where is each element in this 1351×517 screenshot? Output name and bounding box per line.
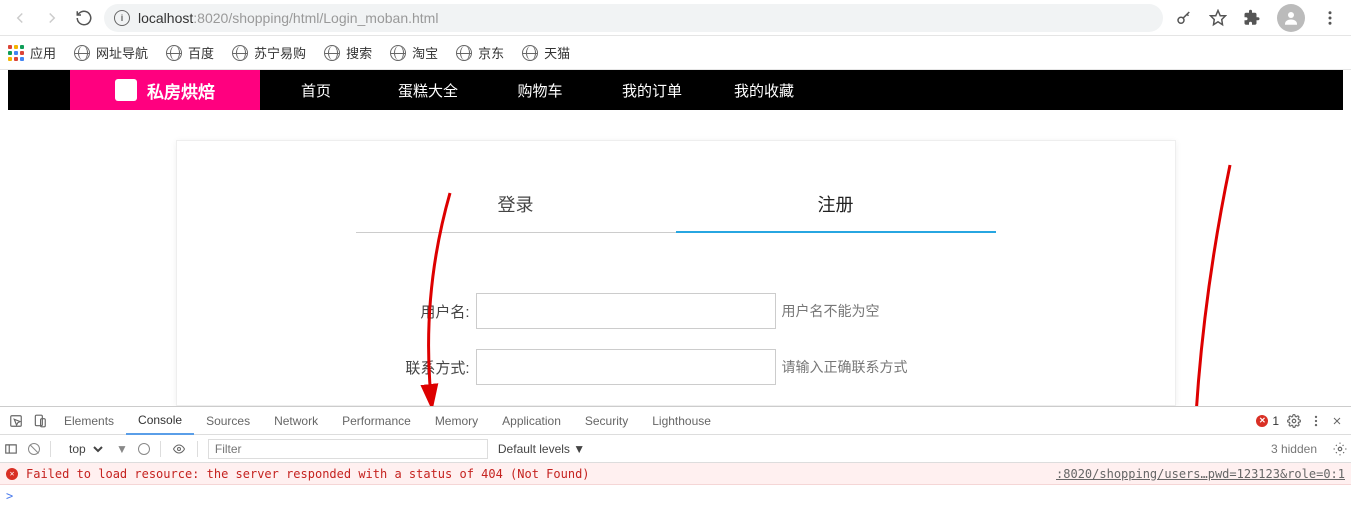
settings-icon[interactable] (1287, 414, 1301, 428)
tab-register[interactable]: 注册 (676, 191, 996, 233)
globe-icon (232, 45, 248, 61)
url-bar[interactable]: i localhost:8020/shopping/html/Login_mob… (104, 4, 1163, 32)
bookmark-item[interactable]: 百度 (166, 43, 214, 62)
globe-icon (456, 45, 472, 61)
filter-input[interactable] (208, 439, 488, 459)
live-expression-icon[interactable] (138, 443, 150, 455)
sidebar-toggle-icon[interactable] (4, 442, 18, 456)
tab-lighthouse[interactable]: Lighthouse (640, 407, 723, 435)
tab-memory[interactable]: Memory (423, 407, 490, 435)
brand-label: 私房烘焙 (147, 78, 215, 103)
devtools: Elements Console Sources Network Perform… (0, 406, 1351, 507)
console-filterbar: top ▼ Default levels ▼ 3 hidden (0, 435, 1351, 463)
form-rows: 用户名: 用户名不能为空 联系方式: 请输入正确联系方式 (177, 293, 1175, 385)
menu-icon[interactable] (1321, 9, 1339, 27)
error-count-text: 1 (1272, 414, 1279, 428)
account-icon[interactable] (1277, 4, 1305, 32)
back-button[interactable] (8, 6, 32, 30)
globe-icon (166, 45, 182, 61)
tab-sources[interactable]: Sources (194, 407, 262, 435)
apps-shortcut[interactable]: 应用 (8, 43, 56, 62)
tab-login[interactable]: 登录 (356, 191, 676, 233)
site-info-icon[interactable]: i (114, 10, 130, 26)
error-source-link[interactable]: :8020/shopping/users…pwd=123123&role=0:1 (1056, 467, 1345, 481)
hidden-messages[interactable]: 3 hidden (1271, 442, 1323, 456)
devtools-tabs: Elements Console Sources Network Perform… (0, 407, 1351, 435)
tab-console[interactable]: Console (126, 407, 194, 435)
context-select[interactable]: top (61, 439, 106, 459)
brand-icon (115, 79, 137, 101)
globe-icon (390, 45, 406, 61)
hint-username: 用户名不能为空 (782, 301, 962, 321)
nav-orders[interactable]: 我的订单 (596, 70, 708, 110)
bookmark-item[interactable]: 苏宁易购 (232, 43, 306, 62)
console-settings-icon[interactable] (1333, 442, 1347, 456)
globe-icon (74, 45, 90, 61)
error-count-badge[interactable]: ✕ 1 (1256, 414, 1279, 428)
eye-icon[interactable] (171, 443, 187, 455)
bookmark-item[interactable]: 淘宝 (390, 43, 438, 62)
error-dot-icon: ✕ (1256, 415, 1268, 427)
label-username: 用户名: (390, 301, 470, 322)
hint-contact: 请输入正确联系方式 (782, 357, 962, 377)
device-icon[interactable] (28, 414, 52, 428)
auth-tabs: 登录 注册 (177, 191, 1175, 233)
inspect-icon[interactable] (4, 414, 28, 428)
nav-cart[interactable]: 购物车 (484, 70, 596, 110)
key-icon[interactable] (1175, 9, 1193, 27)
site-nav: 私房烘焙 首页 蛋糕大全 购物车 我的订单 我的收藏 (8, 70, 1343, 110)
input-username[interactable] (476, 293, 776, 329)
login-panel: 登录 注册 用户名: 用户名不能为空 联系方式: 请输入正确联系方式 (176, 140, 1176, 406)
error-message: Failed to load resource: the server resp… (26, 467, 590, 481)
nav-cakes[interactable]: 蛋糕大全 (372, 70, 484, 110)
console-prompt[interactable]: > (0, 485, 1351, 507)
url-text: localhost:8020/shopping/html/Login_moban… (138, 10, 438, 26)
reload-button[interactable] (72, 6, 96, 30)
nav-home[interactable]: 首页 (260, 70, 372, 110)
bookmark-item[interactable]: 京东 (456, 43, 504, 62)
bookmark-item[interactable]: 搜索 (324, 43, 372, 62)
forward-button[interactable] (40, 6, 64, 30)
tab-security[interactable]: Security (573, 407, 640, 435)
error-icon: ✕ (6, 468, 18, 480)
bookmark-item[interactable]: 网址导航 (74, 43, 148, 62)
browser-address-bar: i localhost:8020/shopping/html/Login_mob… (0, 0, 1351, 36)
globe-icon (522, 45, 538, 61)
log-levels-select[interactable]: Default levels ▼ (498, 442, 585, 456)
apps-label: 应用 (30, 43, 56, 62)
site-brand[interactable]: 私房烘焙 (70, 70, 260, 110)
bookmark-bar: 应用 网址导航 百度 苏宁易购 搜索 淘宝 京东 天猫 (0, 36, 1351, 70)
more-icon[interactable] (1309, 414, 1323, 428)
label-contact: 联系方式: (390, 357, 470, 378)
close-devtools-icon[interactable] (1331, 415, 1343, 427)
tab-application[interactable]: Application (490, 407, 573, 435)
form-row-username: 用户名: 用户名不能为空 (177, 293, 1175, 329)
form-row-contact: 联系方式: 请输入正确联系方式 (177, 349, 1175, 385)
globe-icon (324, 45, 340, 61)
star-icon[interactable] (1209, 9, 1227, 27)
tab-network[interactable]: Network (262, 407, 330, 435)
content-area: 登录 注册 用户名: 用户名不能为空 联系方式: 请输入正确联系方式 (0, 140, 1351, 406)
tab-elements[interactable]: Elements (52, 407, 126, 435)
clear-console-icon[interactable] (28, 443, 40, 455)
tab-performance[interactable]: Performance (330, 407, 423, 435)
nav-favorites[interactable]: 我的收藏 (708, 70, 820, 110)
chrome-actions (1171, 4, 1343, 32)
console-error-row: ✕ Failed to load resource: the server re… (0, 463, 1351, 485)
input-contact[interactable] (476, 349, 776, 385)
bookmark-item[interactable]: 天猫 (522, 43, 570, 62)
extensions-icon[interactable] (1243, 9, 1261, 27)
apps-icon (8, 45, 24, 61)
